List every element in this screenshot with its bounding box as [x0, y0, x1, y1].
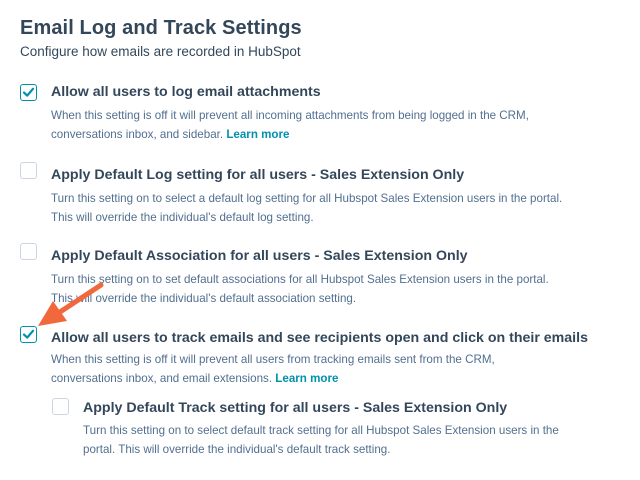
setting-description: When this setting is off it will prevent… — [51, 109, 529, 141]
default-association-checkbox[interactable] — [20, 243, 37, 260]
setting-description: Turn this setting on to set default asso… — [51, 273, 549, 305]
learn-more-link[interactable]: Learn more — [226, 128, 289, 141]
setting-description: When this setting is off it will prevent… — [51, 353, 495, 385]
page-title: Email Log and Track Settings — [20, 17, 302, 39]
setting-description: Turn this setting on to select default t… — [83, 424, 559, 456]
email-log-track-settings-panel: Email Log and Track Settings Configure h… — [0, 0, 640, 480]
setting-label: Apply Default Log setting for all users … — [51, 167, 465, 183]
learn-more-link[interactable]: Learn more — [275, 372, 338, 385]
page-subtitle: Configure how emails are recorded in Hub… — [20, 44, 301, 59]
setting-label: Apply Default Association for all users … — [51, 248, 468, 264]
setting-label: Allow all users to log email attachments — [51, 84, 321, 100]
setting-label: Apply Default Track setting for all user… — [83, 400, 508, 416]
setting-label: Allow all users to track emails and see … — [51, 330, 588, 346]
default-track-checkbox[interactable] — [52, 398, 69, 415]
checkmark-icon — [22, 329, 35, 339]
checkmark-icon — [22, 87, 35, 97]
track-emails-checkbox[interactable] — [20, 326, 37, 343]
setting-description: Turn this setting on to select a default… — [51, 192, 563, 224]
default-log-checkbox[interactable] — [20, 162, 37, 179]
log-attachments-checkbox[interactable] — [20, 84, 37, 101]
